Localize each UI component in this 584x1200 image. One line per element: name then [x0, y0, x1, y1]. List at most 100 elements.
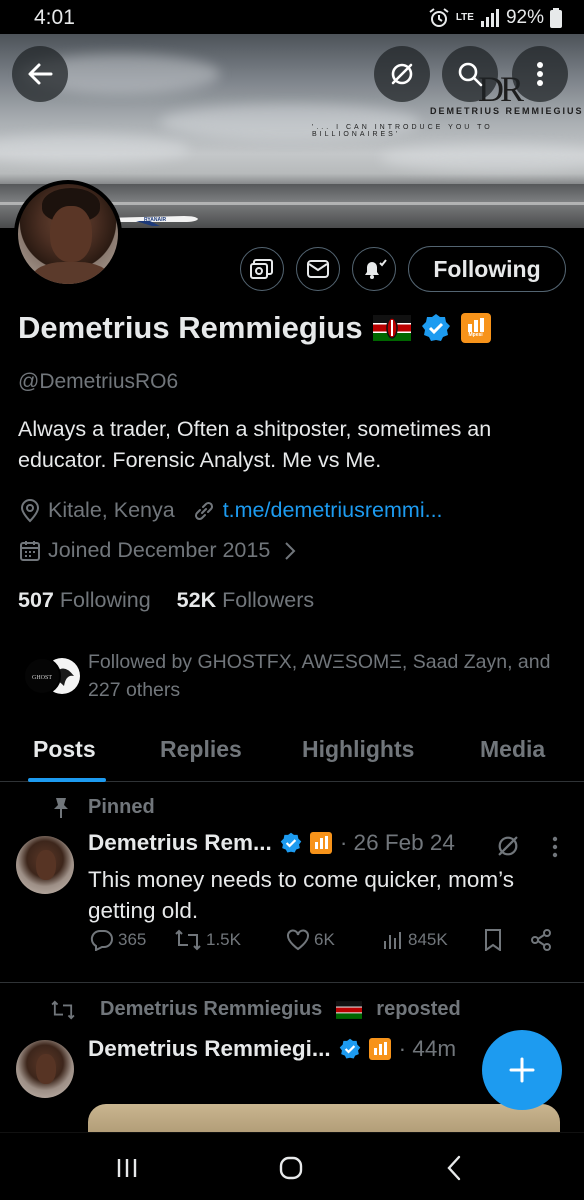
- system-nav-bar: [0, 1132, 584, 1200]
- notifications-button[interactable]: [352, 247, 396, 291]
- like-button[interactable]: 6K: [286, 929, 335, 951]
- tab-media[interactable]: Media: [480, 736, 545, 763]
- post-divider: [0, 982, 584, 983]
- grok-icon[interactable]: [496, 834, 520, 858]
- active-tab-indicator: [28, 778, 106, 782]
- repost-by-name[interactable]: Demetrius Remmiegius: [100, 998, 322, 1021]
- pinned-label: Pinned: [88, 796, 155, 818]
- following-count: 507: [18, 588, 54, 612]
- bar-chart-icon: [467, 318, 484, 332]
- bell-icon: [365, 259, 387, 279]
- repost-icon: [51, 1000, 75, 1019]
- followers-count: 52K: [176, 588, 217, 612]
- followers-label: Followers: [222, 588, 315, 612]
- more-button[interactable]: [512, 46, 568, 102]
- following-button[interactable]: Following: [408, 246, 566, 292]
- affiliate-badge-label: Mpesi: [468, 332, 483, 338]
- location-icon: [20, 498, 40, 522]
- kenya-flag-icon: [336, 1000, 363, 1019]
- repost-button[interactable]: 1.5K: [174, 929, 241, 951]
- affiliate-badge-icon: [368, 1038, 391, 1060]
- battery-icon: [550, 8, 562, 28]
- profile-name-row: Demetrius Remmiegius Mpesi: [18, 310, 491, 346]
- calendar-icon: [20, 540, 40, 561]
- back-arrow-icon: [28, 63, 53, 85]
- plane-livery: RYANAIR: [144, 217, 167, 223]
- pinned-label-row: Pinned: [52, 796, 155, 819]
- alarm-icon: [429, 8, 449, 27]
- repost-label-row: Demetrius Remmiegius reposted: [50, 998, 461, 1021]
- bookmark-icon[interactable]: [484, 929, 502, 951]
- views-button[interactable]: 845K: [382, 929, 448, 951]
- profile-joined-date: Joined December 2015: [48, 538, 271, 562]
- following-count-link[interactable]: 507 Following: [18, 588, 151, 612]
- profile-location: Kitale, Kenya: [48, 498, 175, 522]
- grok-icon: [391, 63, 413, 85]
- repost-suffix: reposted: [376, 998, 461, 1020]
- reply-button[interactable]: 365: [90, 929, 146, 951]
- views-count: 845K: [408, 930, 448, 949]
- signal-icon: [480, 9, 499, 27]
- followers-count-link[interactable]: 52K Followers: [177, 588, 314, 612]
- like-icon: [287, 929, 309, 951]
- network-type: LTE: [455, 12, 474, 23]
- chevron-right-icon[interactable]: [284, 541, 296, 561]
- followed-by-text[interactable]: Followed by GHOSTFX, AWΞSOMΞ, Saad Zayn,…: [88, 648, 568, 704]
- reply-icon: [90, 929, 113, 951]
- tab-posts[interactable]: Posts: [33, 736, 96, 763]
- brand-tagline: '... I CAN INTRODUCE YOU TO BILLIONAIRES…: [312, 124, 493, 138]
- verified-icon: [280, 832, 302, 853]
- repost-author[interactable]: Demetrius Remmiegi...: [88, 1036, 331, 1062]
- status-bar: 4:01 LTE 92%: [0, 0, 584, 38]
- grok-button[interactable]: [374, 46, 430, 102]
- affiliate-badge[interactable]: Mpesi: [460, 313, 491, 343]
- repost-count: 1.5K: [206, 930, 241, 949]
- subscribe-button[interactable]: [240, 247, 284, 291]
- pinned-post-text: This money needs to come quicker, mom’s …: [88, 867, 515, 923]
- nav-back-icon[interactable]: [446, 1155, 462, 1181]
- profile-avatar[interactable]: [14, 180, 122, 288]
- profile-name: Demetrius Remmiegius: [18, 310, 363, 345]
- affiliate-badge-icon: [309, 832, 332, 854]
- profile-bio: Always a trader, Often a shitposter, som…: [18, 417, 492, 472]
- tab-highlights[interactable]: Highlights: [302, 736, 414, 763]
- like-count: 6K: [314, 930, 335, 949]
- share-icon[interactable]: [530, 929, 552, 951]
- brand-name: DEMETRIUS REMMIEGIUS: [430, 106, 584, 116]
- profile-counts: 507 Following 52K Followers: [18, 588, 314, 613]
- profile-website-link[interactable]: t.me/demetriusremmi...: [223, 498, 443, 523]
- profile-joined-row: Joined December 2015: [20, 538, 296, 563]
- ghost-avatar-label: GHOST: [32, 675, 52, 681]
- battery-percent: 92%: [505, 7, 544, 28]
- reply-count: 365: [118, 930, 147, 949]
- more-icon: [537, 62, 543, 86]
- pin-icon: [54, 797, 68, 818]
- profile-meta-row: Kitale, Kenya t.me/demetriusremmi...: [20, 498, 443, 523]
- profile-tabs: Posts Replies Highlights Media: [0, 728, 584, 782]
- link-icon: [194, 501, 213, 520]
- verified-icon: [421, 314, 450, 341]
- nav-recents-icon[interactable]: [116, 1157, 138, 1179]
- compose-post-button[interactable]: [482, 1030, 562, 1110]
- status-indicators: LTE 92%: [428, 7, 562, 29]
- repost-header: Demetrius Remmiegi... · 44m: [88, 1036, 456, 1062]
- back-button[interactable]: [12, 46, 68, 102]
- search-button[interactable]: [442, 46, 498, 102]
- pinned-post-avatar[interactable]: [16, 836, 74, 894]
- repost-time: · 44m: [398, 1036, 457, 1061]
- message-button[interactable]: [296, 247, 340, 291]
- pinned-post-author[interactable]: Demetrius Rem...: [88, 830, 272, 856]
- status-time: 4:01: [34, 6, 75, 29]
- verified-icon: [339, 1038, 360, 1059]
- plus-icon: [509, 1057, 535, 1083]
- kenya-flag-icon: [372, 315, 411, 341]
- post-more-icon[interactable]: [552, 836, 558, 858]
- repost-icon: [175, 929, 201, 951]
- followers-you-know-avatars[interactable]: GHOST: [22, 656, 80, 696]
- search-icon: [458, 62, 483, 87]
- nav-home-icon[interactable]: [278, 1155, 304, 1181]
- camera-icon: [250, 259, 273, 279]
- views-icon: [384, 932, 401, 949]
- tab-replies[interactable]: Replies: [160, 736, 242, 763]
- repost-avatar[interactable]: [16, 1040, 74, 1098]
